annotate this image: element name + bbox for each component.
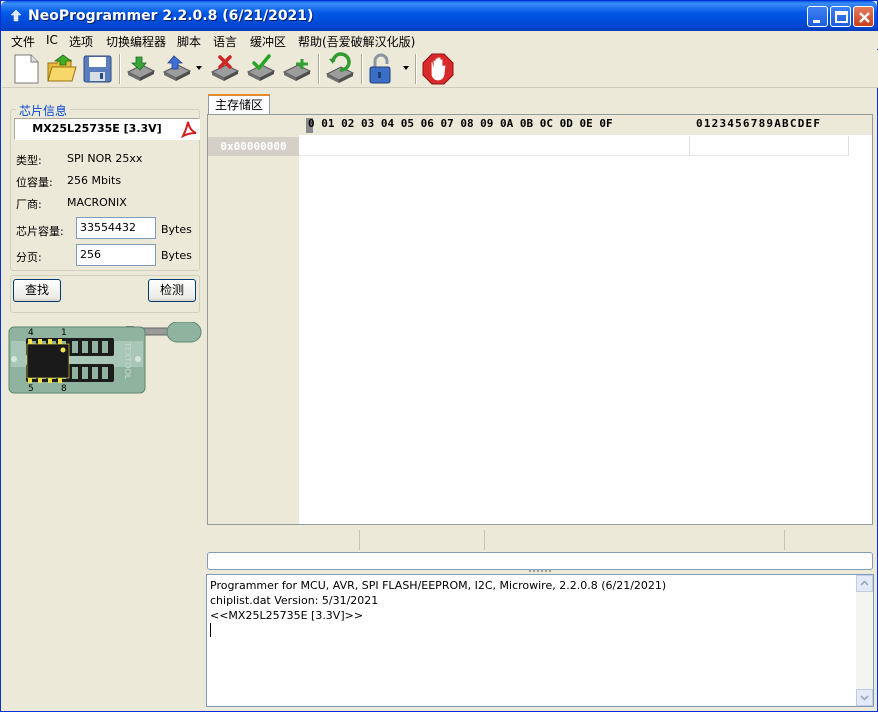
chevron-up-icon <box>860 580 869 586</box>
socket-pin-4: 4 <box>28 328 34 338</box>
status-segment-3 <box>485 530 785 550</box>
hex-column-header: 0 01 02 03 04 05 06 07 08 09 0A 0B 0C 0D… <box>308 117 613 130</box>
chip-capacity-field[interactable]: 33554432 <box>76 217 156 239</box>
log-text-caret <box>210 623 211 637</box>
new-file-button[interactable] <box>9 52 43 86</box>
protect-lock-icon <box>369 53 391 84</box>
menu-buffer[interactable]: 缓冲区 <box>250 33 286 50</box>
log-line: <<MX25L25735E [3.3V]>> <box>210 609 364 622</box>
search-button[interactable]: 查找 <box>13 279 61 302</box>
minimize-icon <box>813 20 820 23</box>
scroll-up-button[interactable] <box>856 575 873 592</box>
chip-bitsize-label: 位容量: <box>16 176 53 189</box>
save-icon <box>83 55 112 83</box>
splitter-grip-icon[interactable] <box>529 570 551 573</box>
verify-chip-icon <box>246 54 276 81</box>
menu-script[interactable]: 脚本 <box>177 33 201 50</box>
chip-type-value: SPI NOR 25xx <box>67 152 143 165</box>
chevron-down-icon <box>860 695 869 701</box>
progress-bar <box>207 552 873 570</box>
menu-switch-programmer[interactable]: 切换编程器 <box>106 33 166 50</box>
write-dropdown-icon[interactable] <box>196 66 202 70</box>
status-segment-2 <box>360 530 485 550</box>
erase-button[interactable] <box>208 52 242 86</box>
read-chip-icon <box>126 56 156 81</box>
protect-button[interactable] <box>366 52 400 86</box>
maximize-icon <box>835 11 848 23</box>
toolbar <box>2 50 878 88</box>
menu-bar: 文件 IC 选项 切换编程器 脚本 语言 缓冲区 帮助(吾爱破解汉化版) <box>2 31 878 49</box>
auto-icon <box>325 52 355 83</box>
chip-vendor-label: 厂商: <box>16 198 42 211</box>
socket-pin-1: 1 <box>61 328 67 338</box>
scroll-down-button[interactable] <box>856 689 873 706</box>
log-line: Programmer for MCU, AVR, SPI FLASH/EEPRO… <box>210 579 667 592</box>
save-button[interactable] <box>81 52 115 86</box>
main-window: NeoProgrammer 2.2.0.8 (6/21/2021) 文件 IC … <box>0 0 878 712</box>
window-title: NeoProgrammer 2.2.0.8 (6/21/2021) <box>28 8 314 24</box>
menu-options[interactable]: 选项 <box>69 33 93 50</box>
menu-help[interactable]: 帮助(吾爱破解汉化版) <box>298 33 415 50</box>
close-icon <box>859 12 870 23</box>
chip-capacity-unit: Bytes <box>161 223 192 236</box>
stop-button[interactable] <box>421 52 455 86</box>
socket-brand: TEXTOOL <box>123 341 132 380</box>
menu-language[interactable]: 语言 <box>213 33 237 50</box>
write-chip-icon <box>162 55 192 81</box>
menu-file[interactable]: 文件 <box>11 33 35 50</box>
auto-button[interactable] <box>323 52 357 86</box>
log-output[interactable]: Programmer for MCU, AVR, SPI FLASH/EEPRO… <box>206 574 874 707</box>
tab-main-memory[interactable]: 主存储区 <box>208 94 270 116</box>
page-size-label: 分页: <box>16 251 42 264</box>
new-file-icon <box>14 54 39 84</box>
chip-capacity-label: 芯片容量: <box>16 225 64 238</box>
open-button[interactable] <box>45 52 79 86</box>
page-size-field[interactable]: 256 <box>76 244 156 266</box>
blank-check-icon <box>282 59 312 81</box>
socket-pin-5: 5 <box>28 384 34 394</box>
maximize-button[interactable] <box>830 6 851 27</box>
chip-bitsize-value: 256 Mbits <box>67 174 122 187</box>
pdf-datasheet-icon[interactable] <box>179 119 199 139</box>
chip-name-display: MX25L25735E [3.3V] <box>14 118 200 140</box>
title-bar[interactable]: NeoProgrammer 2.2.0.8 (6/21/2021) <box>1 1 877 31</box>
stop-icon <box>422 53 454 85</box>
hex-ascii-header: 0123456789ABCDEF <box>696 117 822 130</box>
read-button[interactable] <box>124 52 158 86</box>
page-size-unit: Bytes <box>161 249 192 262</box>
hex-editor[interactable]: 0 01 02 03 04 05 06 07 08 09 0A 0B 0C 0D… <box>207 114 873 525</box>
blank-check-button[interactable] <box>280 52 314 86</box>
chip-vendor-value: MACRONIX <box>67 196 127 209</box>
buffer-tab-strip: 主存储区 <box>206 92 874 116</box>
menu-ic[interactable]: IC <box>46 33 58 47</box>
chip-info-title: 芯片信息 <box>16 102 71 119</box>
minimize-button[interactable] <box>807 6 828 27</box>
detect-button[interactable]: 检测 <box>148 279 196 302</box>
status-segment-1 <box>207 530 360 550</box>
zif-socket-diagram: 4 1 5 8 TEXTOOL <box>8 322 202 394</box>
open-folder-icon <box>47 54 77 82</box>
hex-ascii-divider <box>689 136 690 156</box>
socket-pin-8: 8 <box>61 384 67 394</box>
log-scrollbar[interactable] <box>856 575 873 706</box>
status-segment-4 <box>785 530 873 550</box>
chip-type-label: 类型: <box>16 154 42 167</box>
close-button[interactable] <box>853 6 874 27</box>
hex-right-divider <box>848 136 849 156</box>
erase-chip-icon <box>210 55 240 81</box>
hex-row-divider <box>299 155 848 156</box>
protect-dropdown-icon[interactable] <box>403 66 409 70</box>
log-line: chiplist.dat Version: 5/31/2021 <box>210 594 379 607</box>
hex-address-row-0: 0x00000000 <box>208 137 299 156</box>
hex-address-gutter <box>208 115 299 524</box>
app-icon <box>10 9 22 22</box>
status-bar <box>207 530 873 550</box>
verify-button[interactable] <box>244 52 278 86</box>
write-button[interactable] <box>160 52 194 86</box>
